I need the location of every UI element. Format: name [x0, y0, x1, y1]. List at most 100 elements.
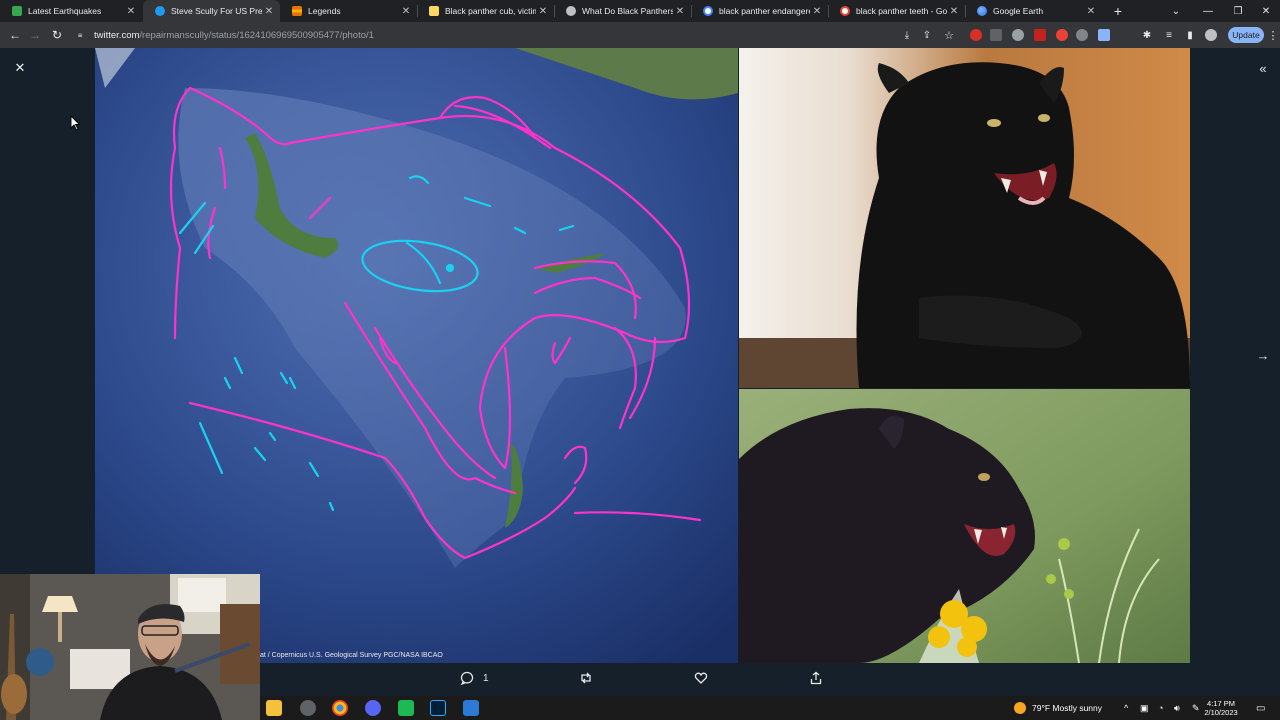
- tab-latest-earthquakes[interactable]: Latest Earthquakes ✕: [0, 0, 142, 22]
- tab-black-panther-cub[interactable]: Black panther cub, victim ✕: [417, 0, 554, 22]
- install-app-icon[interactable]: ⤓: [898, 26, 916, 44]
- black-panther-growling-image: [739, 389, 1190, 663]
- update-button[interactable]: Update: [1228, 27, 1264, 43]
- close-tab-icon[interactable]: ✕: [536, 6, 550, 17]
- extension-circle-icon[interactable]: [1076, 29, 1088, 41]
- heart-icon: [694, 672, 708, 684]
- tab-title: black panther endangered: [719, 6, 810, 16]
- next-photo-arrow-icon[interactable]: →: [1253, 345, 1273, 365]
- tray-network-icon[interactable]: ▣: [1140, 696, 1149, 720]
- close-tab-icon[interactable]: ✕: [399, 6, 413, 17]
- tab-title: Google Earth: [993, 6, 1044, 16]
- forward-arrow-icon[interactable]: →: [26, 26, 44, 44]
- tab-title: black panther teeth - Goo: [856, 6, 947, 16]
- news-favicon-icon: [429, 6, 439, 16]
- close-tab-icon[interactable]: ✕: [947, 6, 961, 17]
- google-favicon-icon: [703, 6, 713, 16]
- map-image[interactable]: [95, 48, 738, 663]
- google-earth-favicon-icon: [977, 6, 987, 16]
- collapse-sidebar-chevron-icon[interactable]: «: [1253, 58, 1273, 78]
- tab-title: Black panther cub, victim: [445, 6, 536, 16]
- retweet-button[interactable]: [579, 671, 593, 685]
- tray-pen-icon[interactable]: ✎: [1192, 696, 1200, 720]
- close-tab-icon[interactable]: ✕: [262, 6, 276, 17]
- tweet-action-bar: 1: [260, 663, 1280, 695]
- back-arrow-icon[interactable]: ←: [6, 26, 24, 44]
- discord-icon[interactable]: [365, 700, 381, 716]
- snipping-tool-icon[interactable]: [300, 700, 316, 716]
- black-panther-snarling-image: [739, 48, 1190, 388]
- reply-button[interactable]: 1: [460, 671, 489, 685]
- sun-weather-icon: [1014, 702, 1026, 714]
- side-panel-icon[interactable]: ▮: [1181, 26, 1199, 44]
- tab-what-do-black-panthers-eat[interactable]: What Do Black Panthers E ✕: [554, 0, 691, 22]
- bookmark-star-icon[interactable]: ☆: [940, 26, 958, 44]
- reload-icon[interactable]: ↻: [48, 26, 66, 44]
- chrome-icon[interactable]: [332, 700, 348, 716]
- extension-screen-icon[interactable]: [1034, 29, 1046, 41]
- google-favicon-icon: [840, 6, 850, 16]
- reply-count: 1: [483, 672, 489, 684]
- tab-black-panther-teeth[interactable]: black panther teeth - Goo ✕: [828, 0, 965, 22]
- url-host: twitter.com: [94, 29, 140, 41]
- map-illustration: [95, 48, 738, 663]
- extension-badge-icon[interactable]: [990, 29, 1002, 41]
- extensions-puzzle-icon[interactable]: ✱: [1138, 26, 1156, 44]
- reading-list-icon[interactable]: ≡: [1160, 26, 1178, 44]
- file-explorer-icon[interactable]: [266, 700, 282, 716]
- share-upload-icon: [810, 671, 822, 685]
- weather-widget[interactable]: 79°F Mostly sunny: [1014, 696, 1102, 720]
- game-app-icon[interactable]: [398, 700, 414, 716]
- like-button[interactable]: [694, 671, 708, 685]
- twitter-favicon-icon: [155, 6, 165, 16]
- tray-wifi-icon[interactable]: ◔: [1158, 696, 1163, 720]
- extension-mask-icon[interactable]: [1012, 29, 1024, 41]
- share-button[interactable]: [809, 671, 823, 685]
- address-bar[interactable]: 🔒︎ twitter.com/repairmanscully/status/16…: [78, 25, 898, 45]
- close-tab-icon[interactable]: ✕: [673, 6, 687, 17]
- profile-avatar[interactable]: [1205, 29, 1217, 41]
- tab-black-panther-endangered[interactable]: black panther endangered ✕: [691, 0, 828, 22]
- minimize-window-icon[interactable]: —: [1194, 0, 1222, 22]
- tab-steve-scully[interactable]: Steve Scully For US Preside ✕: [143, 0, 280, 22]
- tab-title: Legends: [308, 6, 341, 16]
- tray-volume-icon[interactable]: 🔊︎: [1174, 696, 1180, 720]
- tab-title: What Do Black Panthers E: [582, 6, 673, 16]
- mouse-cursor-icon: [70, 115, 81, 131]
- site-favicon-icon: [566, 6, 576, 16]
- legends-favicon-icon: [292, 6, 302, 16]
- new-tab-button[interactable]: +: [1104, 0, 1132, 22]
- lock-icon: 🔒︎: [78, 30, 83, 39]
- webcam-overlay: [0, 574, 260, 720]
- tab-search-chevron-icon[interactable]: ⌄: [1162, 0, 1190, 22]
- tab-title: Steve Scully For US Preside: [171, 6, 262, 16]
- tab-google-earth[interactable]: Google Earth ✕: [965, 0, 1102, 22]
- browser-toolbar: ← → ↻ 🔒︎ twitter.com/repairmanscully/sta…: [0, 22, 1280, 48]
- extension-pin-icon[interactable]: [1056, 29, 1068, 41]
- system-clock[interactable]: 4:17 PM 2/10/2023: [1202, 699, 1240, 717]
- url-path: /repairmanscully/status/1624106969500905…: [139, 29, 374, 41]
- panther-photo-top[interactable]: [739, 48, 1190, 388]
- close-window-icon[interactable]: ✕: [1252, 0, 1280, 22]
- close-tab-icon[interactable]: ✕: [1084, 6, 1098, 17]
- webcam-streamer-image: [0, 574, 260, 720]
- close-tab-icon[interactable]: ✕: [810, 6, 824, 17]
- tab-legends[interactable]: Legends ✕: [280, 0, 417, 22]
- tray-chevron-icon[interactable]: ^: [1124, 696, 1128, 720]
- share-icon[interactable]: ⇪: [918, 26, 936, 44]
- windows-taskbar: 79°F Mostly sunny ^ ▣ ◔ 🔊︎ ✎ 4:17 PM 2/1…: [260, 696, 1280, 720]
- retweet-icon: [581, 672, 591, 684]
- panther-photo-bottom[interactable]: [739, 389, 1190, 663]
- extension-pv-icon[interactable]: [1098, 29, 1110, 41]
- more-menu-icon[interactable]: ⋮: [1264, 26, 1280, 44]
- restore-window-icon[interactable]: ❐: [1224, 0, 1252, 22]
- close-viewer-icon[interactable]: ✕: [10, 58, 30, 78]
- map-attribution: at / Copernicus U.S. Geological Survey P…: [260, 651, 443, 659]
- notification-center-icon[interactable]: ▭: [1256, 696, 1265, 720]
- photoshop-icon[interactable]: [430, 700, 446, 716]
- clock-date: 2/10/2023: [1204, 708, 1238, 717]
- photos-app-icon[interactable]: [463, 700, 479, 716]
- extension-red-icon[interactable]: [970, 29, 982, 41]
- close-tab-icon[interactable]: ✕: [124, 6, 138, 17]
- clock-time: 4:17 PM: [1207, 699, 1235, 708]
